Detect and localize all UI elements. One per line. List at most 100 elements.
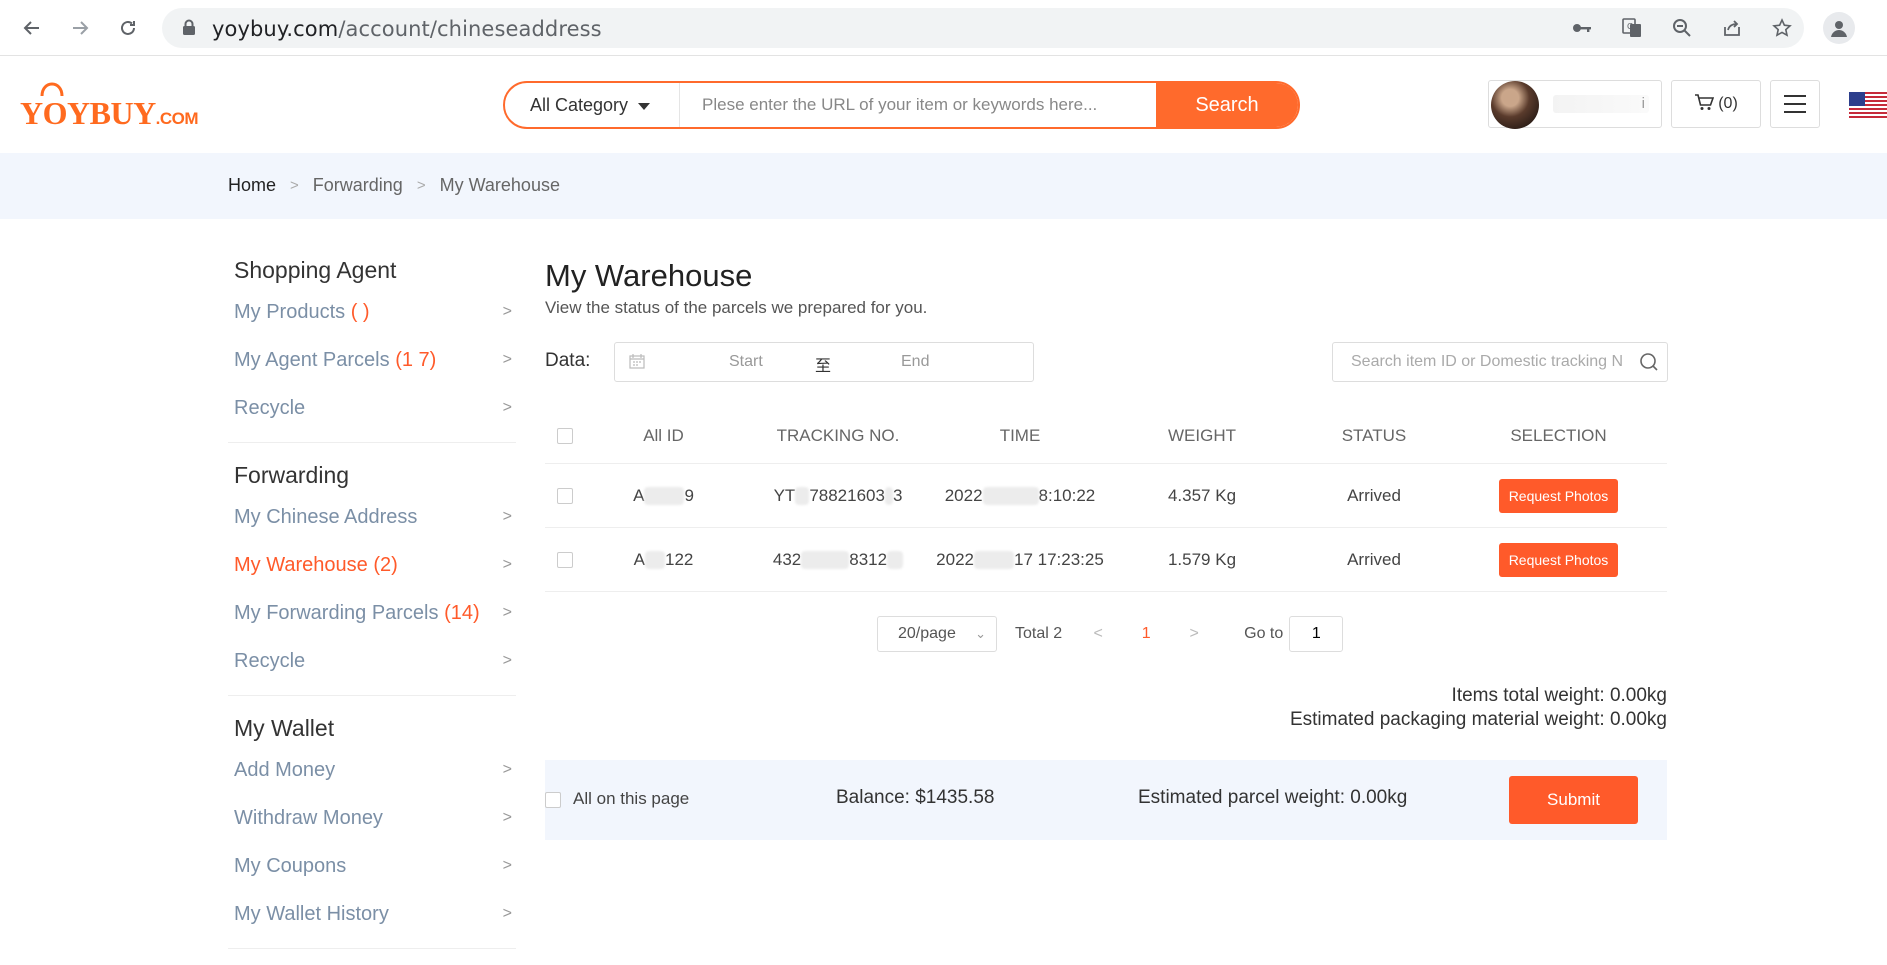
caret-down-icon — [638, 103, 651, 110]
address-bar[interactable]: yoybuy.com/account/chineseaddress G — [162, 8, 1804, 48]
weight: 4.357 Kg — [1167, 485, 1237, 505]
total-count: Total 2 — [1015, 625, 1063, 642]
chevron-right-icon: > — [502, 652, 512, 669]
balance: Balance: $1435.58 — [836, 787, 995, 808]
status: Arrived — [1347, 485, 1401, 505]
column-header: SELECTION — [1510, 425, 1607, 445]
back-icon[interactable] — [16, 12, 48, 44]
page-number[interactable]: 1 — [1110, 625, 1182, 643]
sidebar-item-my-coupons[interactable]: My Coupons > — [228, 842, 516, 890]
weight: 1.579 Kg — [1167, 549, 1237, 569]
user-menu[interactable]: i — [1488, 80, 1662, 129]
zoom-out-icon[interactable] — [1670, 16, 1694, 40]
sidebar-item-my-warehouse[interactable]: My Warehouse (2) > — [228, 541, 516, 589]
chevron-right-icon: > — [502, 905, 512, 922]
goto-label: Go to — [1244, 625, 1284, 642]
us-flag-icon[interactable] — [1849, 92, 1887, 118]
pagination: 20/page ⌄ Total 2 < 1 > Go to — [877, 616, 1344, 652]
sidebar-item-withdraw-money[interactable]: Withdraw Money > — [228, 794, 516, 842]
chevron-right-icon: > — [502, 604, 512, 621]
item-search-input[interactable] — [1333, 343, 1623, 381]
key-icon[interactable] — [1570, 16, 1594, 40]
chevron-right-icon: > — [416, 177, 426, 194]
all-on-page-label[interactable]: All on this page — [573, 789, 689, 809]
chevron-down-icon: ⌄ — [975, 626, 986, 641]
prev-page-icon[interactable]: < — [1086, 625, 1110, 643]
chevron-right-icon: > — [502, 556, 512, 573]
search-icon[interactable] — [1639, 352, 1659, 377]
row-checkbox[interactable] — [557, 551, 573, 568]
table-row: A 122 432 8312 2022 17 17:23:25 1.579 Kg Ar… — [545, 528, 1667, 592]
sidebar-group-my-wallet: My Wallet Add Money > Withdraw Money > My … — [228, 710, 516, 949]
parcel-id: A9 — [633, 485, 694, 506]
sidebar-item-my-chinese-address[interactable]: My Chinese Address > — [228, 493, 516, 541]
category-select[interactable]: All Category — [505, 83, 680, 127]
forward-icon[interactable] — [64, 12, 96, 44]
calendar-icon — [629, 353, 645, 374]
date-end-field[interactable]: End — [901, 353, 929, 371]
next-page-icon[interactable]: > — [1182, 625, 1206, 643]
cart-icon — [1694, 93, 1715, 116]
parcel-id: A 122 — [633, 549, 694, 570]
filter-row: Data: Start 至 End — [545, 342, 1668, 382]
translate-icon[interactable]: G — [1620, 16, 1644, 40]
browser-profile-icon[interactable] — [1823, 12, 1855, 44]
lock-icon — [182, 19, 196, 41]
tracking-number: YT 78821603 3 — [773, 485, 903, 506]
avatar — [1491, 81, 1539, 129]
svg-text:G: G — [1627, 22, 1633, 31]
yoybuy-logo[interactable]: YOYBUY.COM — [20, 82, 199, 132]
column-header: TRACKING NO. — [776, 425, 900, 445]
sidebar-item-add-money[interactable]: Add Money > — [228, 746, 516, 794]
search-button[interactable]: Search — [1156, 83, 1298, 127]
share-icon[interactable] — [1720, 16, 1744, 40]
row-checkbox[interactable] — [557, 487, 573, 504]
chevron-right-icon: > — [502, 857, 512, 874]
item-search-box — [1332, 342, 1668, 382]
date-range-picker[interactable]: Start 至 End — [614, 342, 1034, 382]
request-photos-button[interactable]: Request Photos — [1498, 542, 1619, 577]
submit-button[interactable]: Submit — [1509, 776, 1638, 824]
browser-toolbar: yoybuy.com/account/chineseaddress G — [0, 0, 1887, 56]
sidebar-group-shopping-agent: Shopping Agent My Products ( ) > My Agent… — [228, 252, 516, 443]
sidebar-item-recycle-agent[interactable]: Recycle > — [228, 384, 516, 432]
site-search-input[interactable] — [680, 83, 1156, 127]
site-search: All Category Search — [503, 81, 1300, 129]
date-filter-label: Data: — [545, 350, 591, 371]
sidebar-item-my-forwarding-parcels[interactable]: My Forwarding Parcels (14) > — [228, 589, 516, 637]
breadcrumb: Home > Forwarding > My Warehouse — [0, 153, 1887, 219]
page-size-select[interactable]: 20/page ⌄ — [877, 616, 997, 652]
packaging-weight: Estimated packaging material weight: 0.0… — [1289, 709, 1667, 730]
items-total-weight: Items total weight: 0.00kg — [1451, 685, 1667, 706]
chevron-right-icon: > — [502, 761, 512, 778]
chevron-right-icon: > — [502, 399, 512, 416]
column-header: STATUS — [1341, 425, 1407, 445]
sidebar-group-title: My Wallet — [234, 715, 335, 741]
hamburger-menu-icon[interactable] — [1770, 80, 1820, 128]
chevron-right-icon: > — [290, 177, 299, 194]
chevron-right-icon: > — [502, 351, 512, 368]
submit-bar: All on this page Balance: $1435.58 Estim… — [545, 760, 1667, 840]
column-header: TIME — [999, 425, 1041, 445]
weight-summary: Items total weight: 0.00kg Estimated pac… — [1290, 684, 1667, 732]
request-photos-button[interactable]: Request Photos — [1498, 478, 1619, 513]
breadcrumb-forwarding[interactable]: Forwarding — [313, 175, 403, 196]
status: Arrived — [1347, 549, 1401, 569]
bookmark-star-icon[interactable] — [1770, 16, 1794, 40]
sidebar-item-recycle-forwarding[interactable]: Recycle > — [228, 637, 516, 685]
column-header: WEIGHT — [1168, 425, 1236, 445]
user-name: i — [1553, 95, 1649, 113]
all-on-page-checkbox[interactable] — [545, 792, 561, 808]
cart-button[interactable]: (0) — [1671, 80, 1761, 128]
arrival-time: 2022 8:10:22 — [944, 485, 1096, 506]
goto-page-input[interactable] — [1289, 616, 1344, 652]
cart-count: (0) — [1718, 95, 1738, 112]
date-start-field[interactable]: Start — [729, 353, 763, 371]
sidebar-item-my-wallet-history[interactable]: My Wallet History > — [228, 890, 516, 938]
sidebar-item-my-agent-parcels[interactable]: My Agent Parcels (1 7) > — [228, 336, 516, 384]
reload-icon[interactable] — [112, 12, 144, 44]
sidebar-item-my-products[interactable]: My Products ( ) > — [228, 288, 516, 336]
account-sidebar: Shopping Agent My Products ( ) > My Agent… — [228, 252, 516, 963]
select-all-checkbox[interactable] — [557, 427, 573, 444]
breadcrumb-home[interactable]: Home — [228, 175, 276, 196]
